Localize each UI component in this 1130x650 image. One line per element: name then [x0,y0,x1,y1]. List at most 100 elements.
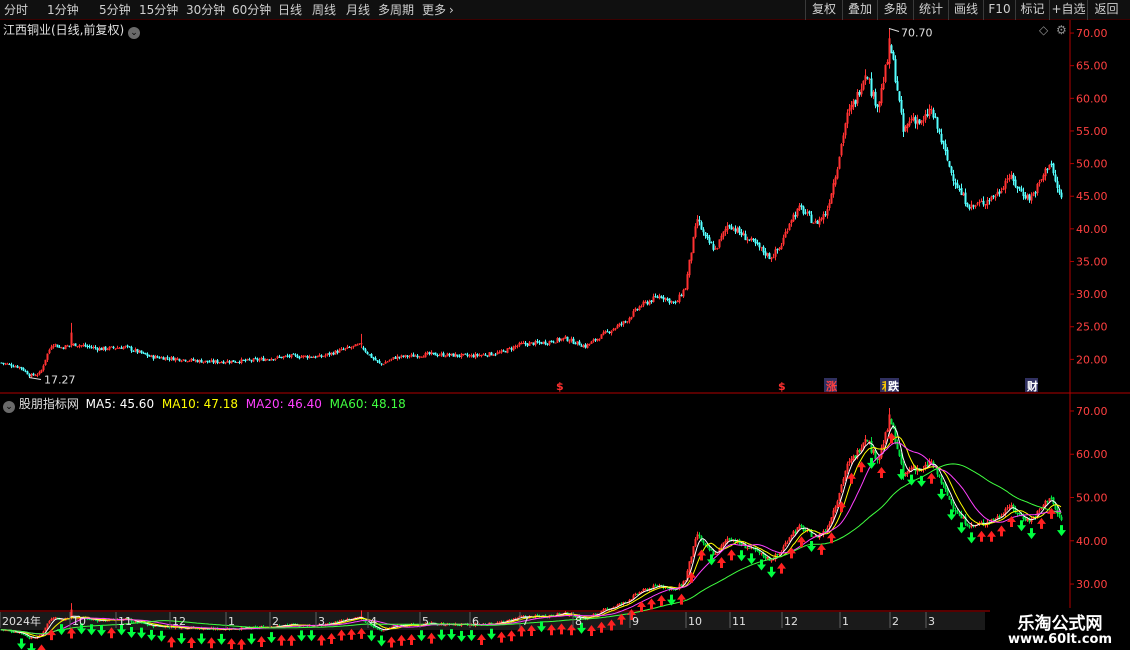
toolbar-button-8[interactable]: 返回 [1087,0,1125,20]
candle-body [208,361,211,363]
candle-body [142,352,145,354]
period-tab-6[interactable]: 日线 [278,2,302,18]
toolbar-button-2[interactable]: 多股 [877,0,913,20]
candle-body [422,356,425,358]
period-tab-4[interactable]: 30分钟 [186,2,225,18]
candle-body [416,355,419,358]
kline-chart[interactable]: 70.00 65.00 60.00 55.00 50.00 45.00 40.00 35.00… [0,20,1130,650]
candle-body [1060,192,1063,198]
candle-body [1002,188,1005,191]
period-tab-5[interactable]: 60分钟 [232,2,271,18]
toolbar-button-4[interactable]: 画线 [948,0,983,20]
indicator-candle-body [958,514,961,516]
candle-body [792,214,795,222]
period-tab-1[interactable]: 1分钟 [47,2,79,18]
period-tab-2[interactable]: 5分钟 [99,2,131,18]
candle-body [256,358,259,361]
candle-body [718,239,721,248]
candle-body [334,350,337,355]
period-tab-7[interactable]: 周线 [312,2,336,18]
indicator-candle-body [382,630,385,632]
candle-body [634,308,637,311]
time-tick-label: 10 [72,615,86,628]
buy-arrow-icon [317,634,326,646]
candle-body [340,348,343,350]
period-tab-3[interactable]: 15分钟 [139,2,178,18]
candle-body [162,357,165,360]
candle-body [710,242,713,244]
candle-body [212,360,215,363]
indicator-candle-body [690,556,693,562]
candle-body [908,121,911,126]
indicator-candle-body [740,542,743,545]
candle-body [456,354,459,357]
indicator-candle-body [938,474,941,477]
candle-body [384,362,387,364]
candle-body [750,238,753,241]
candle-body [980,201,983,203]
candle-body [1054,174,1057,182]
sell-arrow-icon [1057,525,1066,537]
candle-body [32,373,35,376]
sell-arrow-icon [487,628,496,640]
candle-body [1052,163,1055,174]
buy-arrow-icon [927,472,936,484]
indicator-candle-body [90,619,93,621]
candle-body [174,358,177,361]
candle-body [394,357,397,359]
indicator-candle-body [962,517,965,519]
period-tab-9[interactable]: 多周期 [378,2,414,18]
sell-arrow-icon [757,559,766,571]
indicator-candle-body [786,542,789,544]
toolbar-button-0[interactable]: 复权 [805,0,842,20]
candle-body [126,345,129,347]
buy-arrow-icon [507,630,516,642]
candle-body [788,223,791,231]
sell-arrow-icon [1027,528,1036,540]
candle-body [318,354,321,357]
candle-body [618,323,621,326]
period-tab-8[interactable]: 月线 [346,2,370,18]
candle-body [232,360,235,362]
sell-arrow-icon [967,532,976,544]
candle-body [1024,195,1027,199]
indicator-tick-label: 70.00 [1076,405,1108,418]
candle-body [332,352,335,355]
candle-body [48,349,51,354]
period-tab-0[interactable]: 分时 [4,2,28,18]
candle-body [888,38,891,64]
time-tick-label: 4 [370,615,377,628]
diamond-icon[interactable]: ◇ [1039,22,1048,38]
toolbar-button-5[interactable]: F10 [983,0,1015,20]
candle-body [294,354,297,356]
indicator-candle-body [1060,516,1063,520]
candle-body [988,200,991,202]
buy-arrow-icon [497,631,506,643]
ma5-label: MA5: 45.60 [85,397,155,411]
candle-body [820,218,823,220]
toolbar-button-1[interactable]: 叠加 [842,0,877,20]
toolbar-button-6[interactable]: 标记 [1015,0,1049,20]
settings-icon[interactable]: ⚙ [1056,22,1067,38]
candle-body [658,295,661,299]
buy-arrow-icon [407,633,416,645]
buy-arrow-icon [387,636,396,648]
indicator-name[interactable]: 股朋指标网 [19,397,79,411]
candle-body [276,356,279,358]
candle-body [962,193,965,196]
candle-body [364,349,367,352]
title-dropdown-icon[interactable]: ⌄ [128,27,141,39]
toolbar-button-7[interactable]: +自选 [1049,0,1087,20]
buy-arrow-icon [857,461,866,473]
candle-body [890,45,893,54]
candle-body [222,361,225,364]
candle-body [588,343,591,345]
indicator-candle-body [720,545,723,549]
indicator-dropdown-icon[interactable]: ⌄ [3,401,15,413]
toolbar-button-3[interactable]: 统计 [913,0,948,20]
candle-body [104,346,107,350]
candle-body [408,356,411,358]
candle-body [62,347,65,349]
period-tab-10[interactable]: 更多 [422,2,446,18]
candle-body [324,355,327,357]
